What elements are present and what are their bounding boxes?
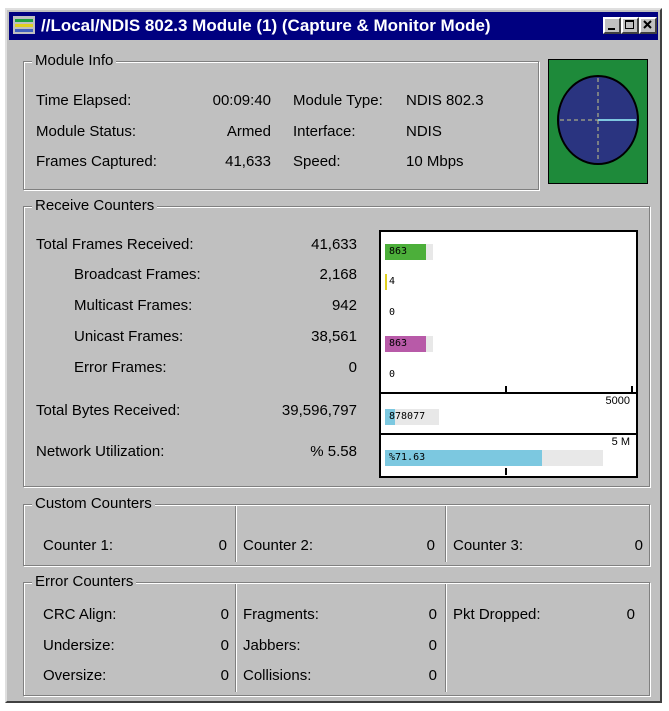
receive-counters-label: Receive Counters (32, 197, 158, 214)
module-status-value: Armed (226, 123, 271, 140)
undersize-value: 0 (220, 637, 229, 654)
total-bytes-bar: 878077 (385, 409, 439, 425)
broadcast-frames-bar-label: 4 (389, 276, 396, 287)
maximize-button[interactable] (621, 17, 639, 34)
broadcast-frames-bar: 4 (385, 274, 433, 290)
time-elapsed-label: Time Elapsed: (36, 92, 132, 109)
error-counters-label: Error Counters (32, 573, 137, 590)
module-window: //Local/NDIS 802.3 Module (1) (Capture &… (5, 8, 662, 703)
collisions-value: 0 (428, 667, 437, 684)
frames-scale-mid-tick (505, 386, 507, 393)
counter-1-label: Counter 1: (43, 537, 114, 554)
window-title: //Local/NDIS 802.3 Module (1) (Capture &… (41, 16, 491, 35)
broadcast-frames-value: 2,168 (319, 266, 357, 283)
pkt-dropped-value: 0 (626, 606, 635, 623)
counter-2-label: Counter 2: (243, 537, 314, 554)
error-frames-bar-label: 0 (389, 369, 396, 380)
crc-align-value: 0 (220, 606, 229, 623)
module-type-value: NDIS 802.3 (406, 92, 484, 109)
bytes-scale-label: 5 M (611, 436, 630, 448)
module-type-label: Module Type: (293, 92, 383, 109)
counter-1-value: 0 (218, 537, 227, 554)
error-separator-1 (235, 584, 236, 692)
jabbers-value: 0 (428, 637, 437, 654)
util-scale-mid-tick (505, 468, 507, 475)
interface-label: Interface: (293, 123, 356, 140)
minimize-button[interactable] (603, 17, 621, 34)
module-info-label: Module Info (32, 52, 117, 69)
counter-2-value: 0 (426, 537, 435, 554)
total-frames-value: 41,633 (311, 236, 357, 253)
speed-value: 10 Mbps (406, 153, 464, 170)
custom-separator-2 (445, 506, 446, 562)
counter-3-label: Counter 3: (453, 537, 524, 554)
total-bytes-bar-label: 878077 (389, 411, 426, 422)
frames-captured-label: Frames Captured: (36, 153, 157, 170)
error-frames-value: 0 (348, 359, 357, 376)
module-status-label: Module Status: (36, 123, 137, 140)
error-frames-label: Error Frames: (74, 359, 167, 376)
total-bytes-value: 39,596,797 (281, 402, 357, 419)
network-utilization-value: % 5.58 (310, 443, 357, 460)
unicast-frames-value: 38,561 (311, 328, 357, 345)
multicast-frames-bar: 0 (385, 305, 433, 321)
oversize-label: Oversize: (43, 667, 107, 684)
total-frames-label: Total Frames Received: (36, 236, 194, 253)
app-icon (13, 16, 35, 34)
unicast-frames-label: Unicast Frames: (74, 328, 184, 345)
multicast-frames-label: Multicast Frames: (74, 297, 193, 314)
fragments-value: 0 (428, 606, 437, 623)
counter-3-value: 0 (634, 537, 643, 554)
custom-counters-label: Custom Counters (32, 495, 155, 512)
total-bytes-label: Total Bytes Received: (36, 402, 181, 419)
frames-scale-label: 5000 (605, 395, 630, 407)
network-utilization-bar-label: %71.63 (389, 452, 426, 463)
close-icon (643, 20, 652, 29)
title-bar[interactable]: //Local/NDIS 802.3 Module (1) (Capture &… (9, 12, 658, 40)
multicast-frames-bar-label: 0 (389, 307, 396, 318)
unicast-frames-bar: 863 (385, 336, 433, 352)
jabbers-label: Jabbers: (243, 637, 301, 654)
multicast-frames-value: 942 (331, 297, 357, 314)
frames-captured-value: 41,633 (225, 153, 271, 170)
close-button[interactable] (639, 17, 657, 34)
frames-scale-end-tick (631, 386, 633, 393)
error-separator-2 (445, 584, 446, 692)
total-frames-bar-label: 863 (389, 246, 408, 257)
maximize-icon (625, 20, 634, 29)
radar-icon (548, 59, 648, 184)
speed-label: Speed: (293, 153, 341, 170)
oversize-value: 0 (220, 667, 229, 684)
bytes-scale-line (381, 433, 636, 435)
crc-align-label: CRC Align: (43, 606, 117, 623)
network-utilization-bar: %71.63 (385, 450, 603, 466)
time-elapsed-value: 00:09:40 (212, 92, 271, 109)
fragments-label: Fragments: (243, 606, 319, 623)
pkt-dropped-label: Pkt Dropped: (453, 606, 541, 623)
counters-graph: 863 4 0 863 0 5000 878077 5 M %71.63 (379, 230, 638, 478)
custom-counters-group: Custom Counters (23, 495, 650, 566)
total-frames-bar: 863 (385, 244, 433, 260)
custom-separator-1 (235, 506, 236, 562)
undersize-label: Undersize: (43, 637, 115, 654)
interface-value: NDIS (406, 123, 442, 140)
error-frames-bar: 0 (385, 367, 433, 383)
error-counters-group: Error Counters (23, 573, 650, 696)
unicast-frames-bar-label: 863 (389, 338, 408, 349)
minimize-icon (608, 28, 615, 30)
collisions-label: Collisions: (243, 667, 312, 684)
broadcast-frames-bar-fill (385, 274, 387, 290)
frames-scale-line (381, 392, 636, 394)
broadcast-frames-label: Broadcast Frames: (74, 266, 201, 283)
network-utilization-label: Network Utilization: (36, 443, 165, 460)
